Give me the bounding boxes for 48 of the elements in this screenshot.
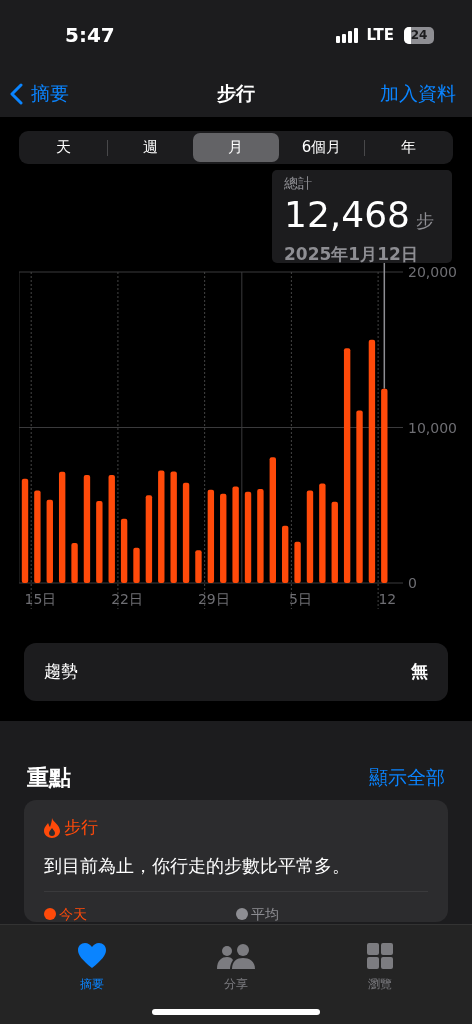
- card-category: 步行: [64, 816, 98, 840]
- network-label: LTE: [366, 24, 394, 46]
- tooltip-date: 2025年1月12日: [284, 243, 419, 265]
- bar: [282, 525, 289, 583]
- show-all-link[interactable]: 顯示全部: [369, 762, 445, 792]
- axis-label: 22日: [111, 591, 144, 607]
- axis-label: 10,000: [408, 419, 457, 436]
- trend-label: 趨勢: [44, 660, 78, 684]
- tab-bar-item[interactable]: 分享: [191, 933, 281, 993]
- trend-row[interactable]: 趨勢 無: [24, 643, 448, 701]
- page-title: 步行: [217, 81, 255, 107]
- legend-label: 平均: [251, 906, 279, 922]
- bar: [133, 547, 140, 583]
- segment-tab[interactable]: 天: [21, 133, 107, 162]
- tooltip-unit: 步: [415, 209, 434, 233]
- back-chevron-icon: [10, 82, 23, 105]
- segment-tab[interactable]: 年: [365, 133, 451, 162]
- axis-label: 0: [408, 575, 417, 591]
- tab-bar-item[interactable]: 摘要: [47, 933, 137, 993]
- bar: [71, 543, 78, 583]
- segment-tab[interactable]: 6個月: [278, 133, 365, 162]
- tooltip-label: 總計: [284, 174, 313, 193]
- battery-indicator: 24: [404, 26, 434, 44]
- legend-label: 今天: [59, 906, 87, 922]
- add-data-button[interactable]: 加入資料: [380, 79, 456, 108]
- tab-bar-item[interactable]: 瀏覽: [335, 933, 425, 993]
- axis-label: 20,000: [408, 264, 457, 280]
- status-time: 5:47: [65, 22, 115, 49]
- section-title: 重點: [27, 763, 71, 792]
- bar: [294, 541, 301, 583]
- axis-label: 15日: [24, 591, 57, 607]
- heart-icon: [78, 943, 106, 969]
- back-button[interactable]: 摘要: [10, 79, 69, 108]
- people-icon: [217, 944, 255, 969]
- trend-value: 無: [411, 660, 428, 684]
- signal-icon: [336, 27, 361, 43]
- segment-tab[interactable]: 週: [107, 133, 194, 162]
- highlight-text: 到目前為止，你行走的步數比平常多。: [44, 854, 351, 878]
- tooltip-value: 12,468: [284, 193, 410, 237]
- highlight-card[interactable]: 步行 到目前為止，你行走的步數比平常多。 今天 平均: [24, 800, 448, 922]
- bar: [195, 550, 202, 583]
- axis-label: 12: [378, 591, 397, 607]
- grid-icon: [367, 943, 393, 969]
- flame-icon: [44, 818, 60, 838]
- axis-label: 5日: [289, 591, 313, 607]
- segment-tab[interactable]: 月: [193, 133, 279, 162]
- axis-label: 29日: [197, 591, 230, 607]
- bar: [120, 518, 128, 583]
